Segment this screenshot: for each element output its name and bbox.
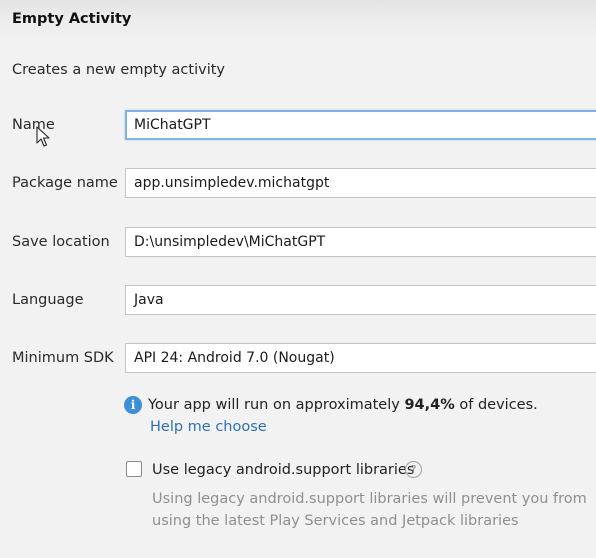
device-coverage-text: Your app will run on approximately 94,4%… (148, 397, 538, 413)
name-field[interactable]: MiChatGPT (125, 110, 596, 140)
mouse-cursor-icon (36, 126, 50, 147)
language-label: Language (12, 292, 84, 308)
minimum-sdk-label: Minimum SDK (12, 350, 114, 366)
coverage-suffix: of devices. (454, 397, 538, 413)
legacy-support-label[interactable]: Use legacy android.support libraries (152, 462, 414, 478)
package-name-label: Package name (12, 175, 118, 191)
question-icon[interactable]: ? (405, 461, 422, 478)
save-location-field[interactable]: D:\unsimpledev\MiChatGPT (125, 227, 596, 257)
package-name-field[interactable]: app.unsimpledev.michatgpt (125, 168, 596, 198)
language-select[interactable]: Java (125, 285, 596, 315)
save-location-label: Save location (12, 234, 110, 250)
page-title: Empty Activity (12, 11, 132, 27)
dialog-header: Empty Activity (0, 0, 596, 44)
info-icon: i (124, 396, 142, 414)
legacy-support-description: Using legacy android.support libraries w… (152, 491, 587, 529)
coverage-percent: 94,4% (404, 397, 455, 413)
help-me-choose-link[interactable]: Help me choose (150, 419, 267, 435)
page-subtitle: Creates a new empty activity (12, 62, 225, 78)
legacy-support-checkbox[interactable] (126, 461, 142, 477)
coverage-prefix: Your app will run on approximately (148, 397, 405, 413)
minimum-sdk-select[interactable]: API 24: Android 7.0 (Nougat) (125, 343, 596, 373)
